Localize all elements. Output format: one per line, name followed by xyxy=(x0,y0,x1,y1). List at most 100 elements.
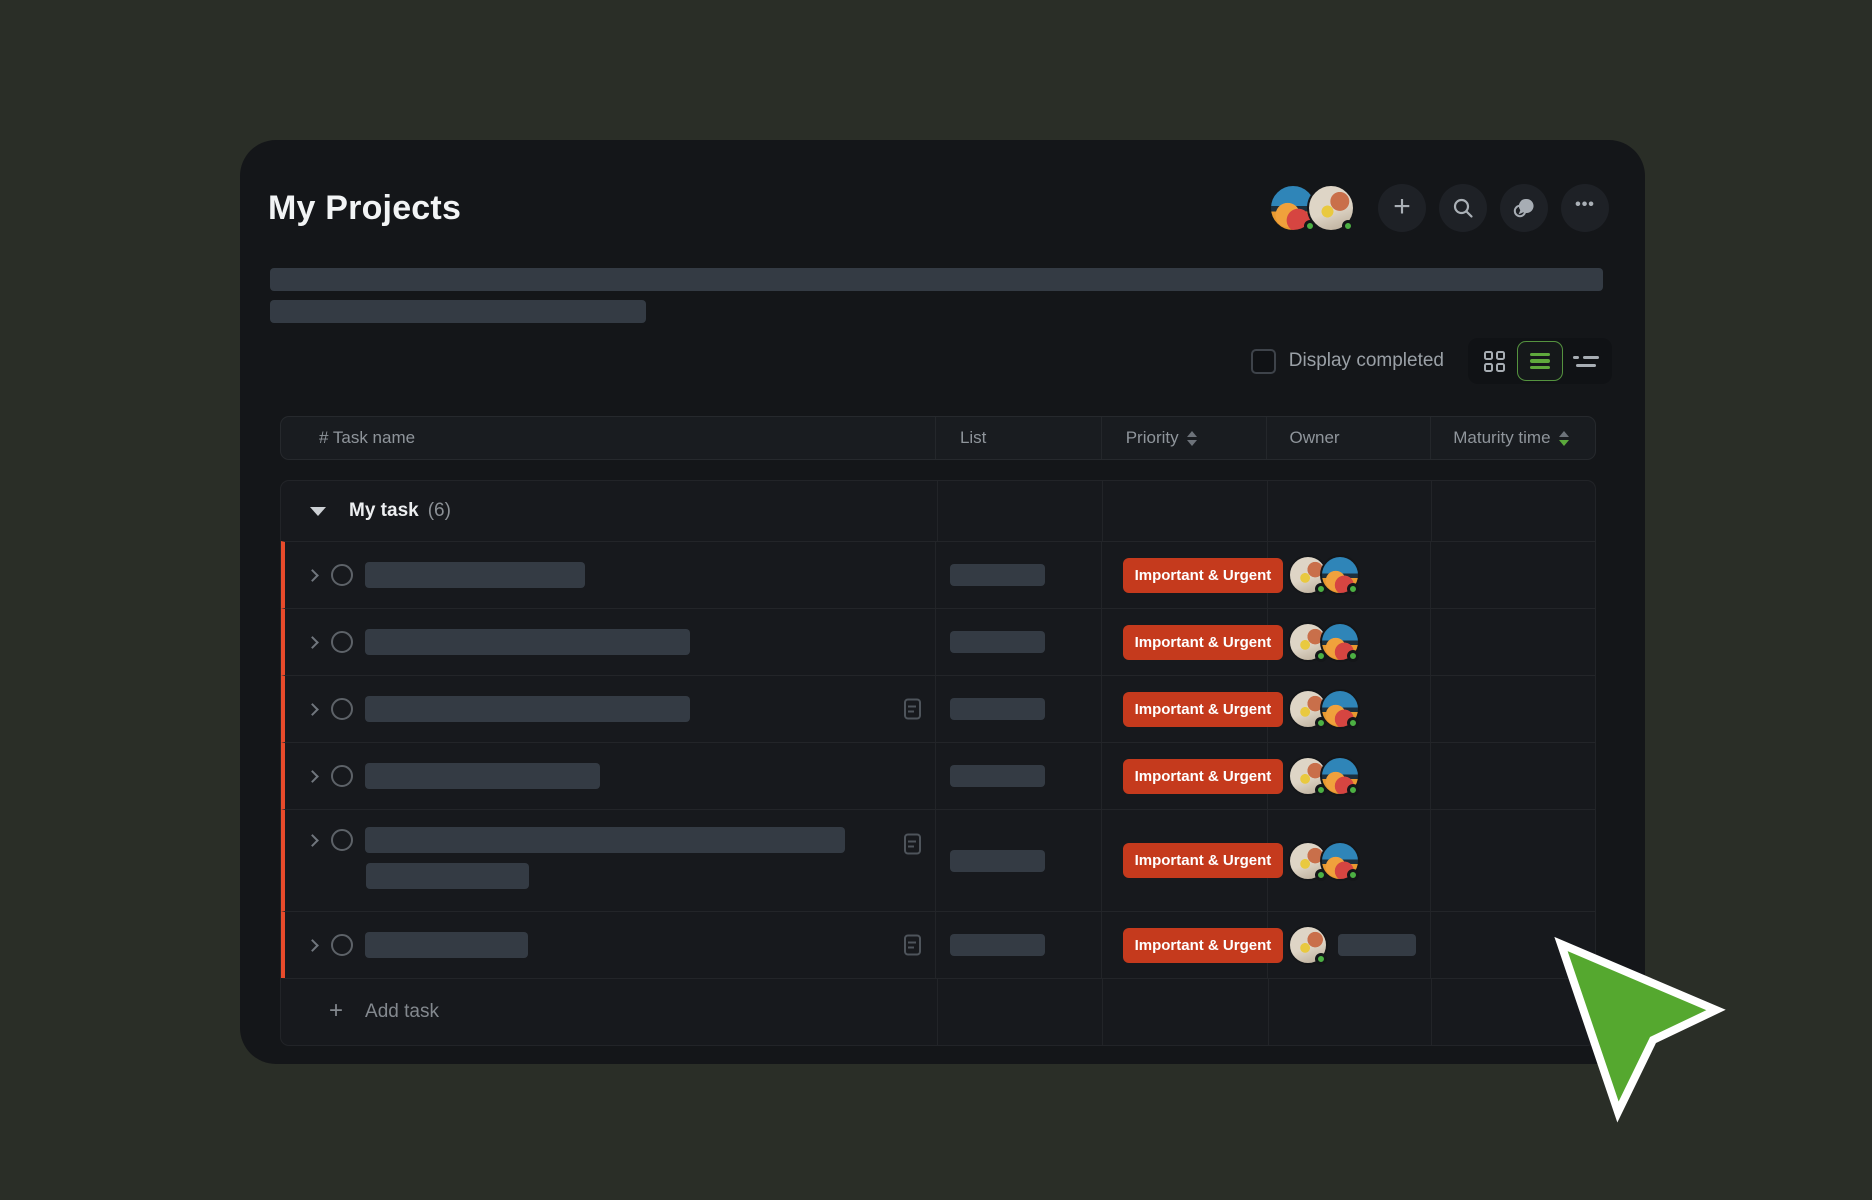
view-toggle-group xyxy=(1468,338,1612,384)
owner-avatars[interactable] xyxy=(1288,925,1328,965)
online-status-dot xyxy=(1347,784,1359,796)
priority-badge[interactable]: Important & Urgent xyxy=(1123,625,1284,660)
list-skeleton xyxy=(950,698,1045,720)
add-task-row[interactable]: + Add task xyxy=(281,978,1595,1045)
task-status-circle[interactable] xyxy=(331,564,353,586)
avatar[interactable] xyxy=(1320,756,1360,796)
grid-view-icon xyxy=(1484,351,1505,372)
avatar[interactable] xyxy=(1307,184,1355,232)
collapse-group-icon[interactable] xyxy=(310,507,326,516)
team-avatar-stack[interactable] xyxy=(1269,184,1355,232)
task-row[interactable]: Important & Urgent xyxy=(281,608,1595,675)
expand-task-icon[interactable] xyxy=(306,939,319,952)
task-title-skeleton xyxy=(365,696,690,722)
online-status-dot xyxy=(1347,869,1359,881)
list-controls: Display completed xyxy=(1251,338,1612,384)
header-actions: + ••• xyxy=(1269,184,1609,232)
sort-icon[interactable] xyxy=(1187,431,1197,446)
display-completed-toggle[interactable]: Display completed xyxy=(1251,349,1444,374)
task-status-circle[interactable] xyxy=(331,698,353,720)
expand-task-icon[interactable] xyxy=(306,569,319,582)
expand-task-icon[interactable] xyxy=(306,770,319,783)
task-title-skeleton xyxy=(365,562,585,588)
list-skeleton xyxy=(950,934,1045,956)
column-header-owner[interactable]: Owner xyxy=(1267,417,1431,459)
search-button[interactable] xyxy=(1439,184,1487,232)
avatar[interactable] xyxy=(1320,689,1360,729)
note-icon[interactable] xyxy=(904,935,921,956)
online-status-dot xyxy=(1347,650,1359,662)
online-status-dot xyxy=(1347,717,1359,729)
column-header-maturity-time[interactable]: Maturity time xyxy=(1431,417,1595,459)
task-row[interactable]: Important & Urgent xyxy=(281,911,1595,978)
page-title: My Projects xyxy=(268,189,461,228)
task-title-skeleton xyxy=(365,629,690,655)
column-header-list[interactable]: List xyxy=(936,417,1102,459)
owner-name-skeleton xyxy=(1338,934,1416,956)
note-icon[interactable] xyxy=(904,834,921,855)
more-button[interactable]: ••• xyxy=(1561,184,1609,232)
online-status-dot xyxy=(1342,220,1354,232)
description-skeleton-line xyxy=(270,268,1603,291)
task-status-circle[interactable] xyxy=(331,631,353,653)
column-header-task-name[interactable]: # Task name xyxy=(281,417,936,459)
add-task-label: Add task xyxy=(365,1001,439,1023)
task-title-skeleton xyxy=(365,827,845,853)
priority-badge[interactable]: Important & Urgent xyxy=(1123,928,1284,963)
list-skeleton xyxy=(950,850,1045,872)
avatar[interactable] xyxy=(1320,555,1360,595)
group-label: My task xyxy=(349,500,419,522)
add-button[interactable]: + xyxy=(1378,184,1426,232)
list-view-button[interactable] xyxy=(1517,341,1563,381)
display-completed-checkbox[interactable] xyxy=(1251,349,1276,374)
note-icon[interactable] xyxy=(904,699,921,720)
search-icon xyxy=(1452,197,1474,219)
more-icon: ••• xyxy=(1575,196,1595,214)
group-count: (6) xyxy=(428,500,451,522)
task-status-circle[interactable] xyxy=(331,765,353,787)
owner-avatars[interactable] xyxy=(1288,689,1360,729)
avatar[interactable] xyxy=(1320,622,1360,662)
description-skeleton-line xyxy=(270,300,646,323)
chat-bubble-icon xyxy=(1512,196,1536,220)
task-status-circle[interactable] xyxy=(331,934,353,956)
online-status-dot xyxy=(1347,583,1359,595)
sort-view-button[interactable] xyxy=(1563,341,1609,381)
owner-avatars[interactable] xyxy=(1288,555,1360,595)
task-group-row[interactable]: My task (6) xyxy=(281,481,1595,541)
list-skeleton xyxy=(950,564,1045,586)
owner-avatars[interactable] xyxy=(1288,622,1360,662)
priority-badge[interactable]: Important & Urgent xyxy=(1123,843,1284,878)
sort-view-icon xyxy=(1573,356,1599,367)
priority-badge[interactable]: Important & Urgent xyxy=(1123,759,1284,794)
priority-badge[interactable]: Important & Urgent xyxy=(1123,692,1284,727)
table-body: My task (6) Important & Urgent xyxy=(280,480,1596,1046)
sort-icon[interactable] xyxy=(1559,431,1569,446)
expand-task-icon[interactable] xyxy=(306,636,319,649)
expand-task-icon[interactable] xyxy=(306,703,319,716)
chat-button[interactable] xyxy=(1500,184,1548,232)
owner-avatars[interactable] xyxy=(1288,841,1360,881)
avatar[interactable] xyxy=(1320,841,1360,881)
window-header: My Projects + ••• xyxy=(268,180,1609,236)
table-header-row: # Task name List Priority Owner Maturity… xyxy=(280,416,1596,460)
avatar[interactable] xyxy=(1288,925,1328,965)
projects-window: My Projects + ••• Display completed xyxy=(240,140,1645,1064)
list-view-icon xyxy=(1530,353,1550,370)
grid-view-button[interactable] xyxy=(1471,341,1517,381)
plus-icon: + xyxy=(1393,192,1411,222)
task-row[interactable]: Important & Urgent xyxy=(281,809,1595,911)
task-status-circle[interactable] xyxy=(331,829,353,851)
task-title-skeleton xyxy=(365,932,528,958)
column-header-priority[interactable]: Priority xyxy=(1102,417,1268,459)
task-row[interactable]: Important & Urgent xyxy=(281,541,1595,608)
task-row[interactable]: Important & Urgent xyxy=(281,742,1595,809)
expand-task-icon[interactable] xyxy=(306,834,319,847)
green-arrow-cursor xyxy=(1538,926,1738,1126)
display-completed-label: Display completed xyxy=(1289,350,1444,372)
task-row[interactable]: Important & Urgent xyxy=(281,675,1595,742)
owner-avatars[interactable] xyxy=(1288,756,1360,796)
task-title-skeleton xyxy=(366,863,529,889)
list-skeleton xyxy=(950,631,1045,653)
priority-badge[interactable]: Important & Urgent xyxy=(1123,558,1284,593)
